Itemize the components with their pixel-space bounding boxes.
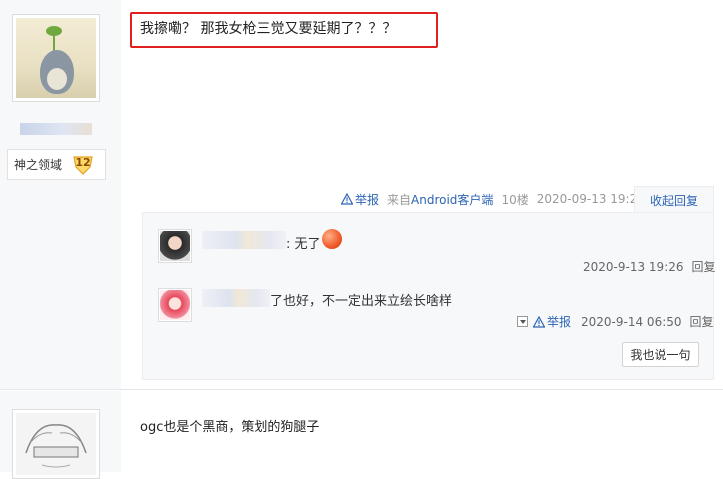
dropdown-toggle-icon[interactable] — [517, 316, 528, 327]
warning-icon — [533, 315, 545, 328]
level-name: 神之领域 — [14, 158, 63, 172]
ninja-avatar-image — [16, 413, 96, 475]
reply-text: : 无了 — [286, 237, 321, 252]
collapse-replies-tab[interactable]: 收起回复 — [634, 186, 714, 213]
post-tail: 举报 来自Android客户端 10楼 2020-09-13 19:20 — [341, 191, 645, 207]
report-label: 举报 — [547, 315, 572, 329]
reply-username-blurred[interactable] — [202, 231, 286, 249]
reply-avatar[interactable] — [158, 288, 192, 322]
author-avatar[interactable] — [12, 14, 100, 102]
level-shield-icon: 12 — [72, 154, 94, 176]
post-time: 2020-09-13 19:20 — [536, 192, 645, 206]
report-link[interactable]: 举报 — [533, 313, 571, 330]
reply-time: 2020-9-13 19:26 — [583, 259, 684, 274]
reply-avatar[interactable] — [158, 229, 192, 263]
reply-meta: 举报 2020-9-14 06:50 回复 — [517, 313, 714, 330]
from-prefix: 来自 — [387, 192, 412, 207]
author-avatar[interactable] — [12, 409, 100, 479]
report-link[interactable]: 举报 — [341, 191, 379, 208]
floor-number: 10楼 — [501, 192, 529, 207]
reply-avatar-image — [160, 290, 190, 320]
reply-time: 2020-9-14 06:50 — [581, 314, 682, 329]
reply-link[interactable]: 回复 — [690, 313, 714, 330]
reply-meta: 2020-9-13 19:26 回复 — [583, 258, 716, 275]
warning-icon — [341, 193, 353, 205]
totoro-avatar-image — [16, 18, 96, 98]
reply-link[interactable]: 回复 — [692, 258, 716, 275]
post-content: ogc也是个黑商，策划的狗腿子 — [140, 420, 320, 435]
report-label: 举报 — [355, 192, 380, 207]
level-number: 12 — [75, 156, 91, 169]
angry-face-icon — [322, 229, 342, 249]
post-divider — [0, 389, 723, 390]
level-badge-box[interactable]: 神之领域 12 — [7, 149, 106, 180]
author-name-blurred[interactable] — [20, 123, 92, 135]
reply-username-blurred[interactable] — [202, 289, 270, 307]
reply-avatar-image — [160, 231, 190, 261]
red-highlight-box — [130, 12, 438, 48]
say-something-button[interactable]: 我也说一句 — [622, 342, 699, 367]
client-link[interactable]: Android客户端 — [411, 193, 493, 207]
client-source: 来自Android客户端 — [387, 191, 493, 208]
reply-text: 了也好，不一定出来立绘长啥样 — [270, 294, 453, 309]
